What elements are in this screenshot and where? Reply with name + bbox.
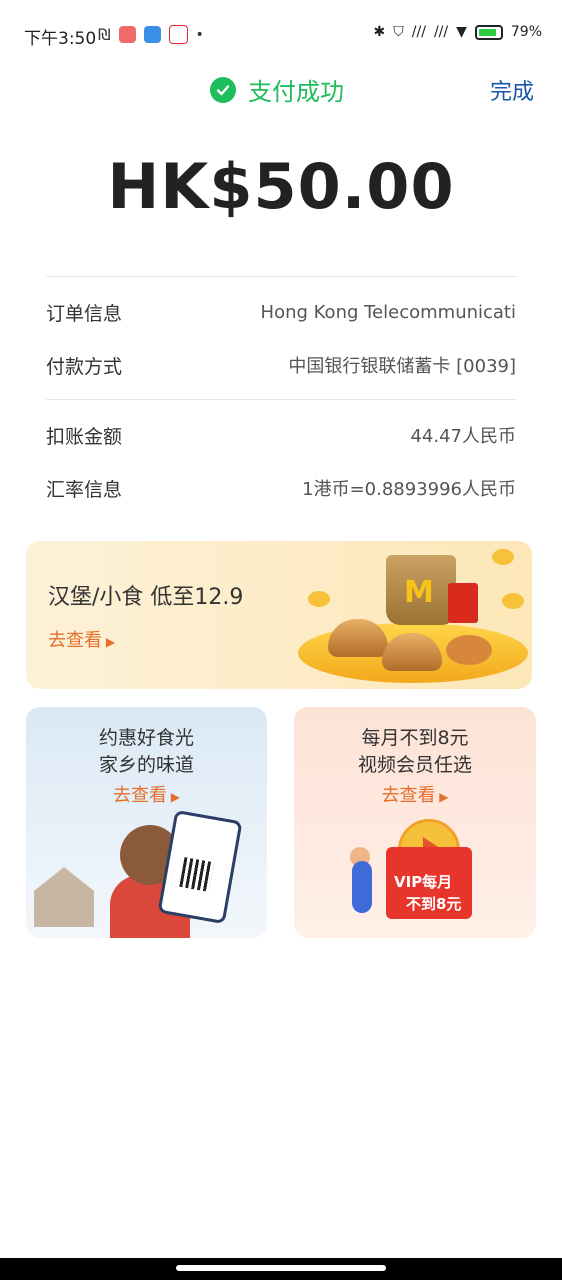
page-title: 支付成功 — [248, 78, 344, 106]
detail-value: 1港币=0.8893996人民币 — [302, 479, 516, 500]
coin-image — [308, 591, 330, 607]
promo-title-line2: 视频会员任选 — [357, 754, 472, 776]
vip-badge-line1: VIP每月 — [394, 873, 453, 891]
divider-middle — [46, 399, 516, 400]
runner-image — [352, 861, 372, 913]
detail-label: 订单信息 — [46, 302, 123, 325]
done-button[interactable]: 完成 — [490, 74, 534, 106]
detail-label: 扣账金额 — [46, 425, 123, 448]
signal-2-icon: /// — [433, 24, 449, 40]
promo-cta[interactable]: 去查看 ▶ — [26, 781, 267, 807]
success-indicator: 支付成功 — [210, 72, 344, 107]
arrow-right-icon: ▶ — [102, 635, 116, 649]
signal-icon: /// — [411, 24, 426, 40]
battery-percent: 79% — [510, 24, 542, 40]
promo-banner-burger[interactable]: 汉堡/小食 低至12.9 去查看 ▶ M — [26, 541, 532, 689]
detail-value: 中国银行银联储蓄卡 [0039] — [288, 356, 516, 377]
wallet-app-icon — [118, 26, 136, 43]
more-dot-icon: • — [195, 26, 204, 43]
promo-title-line1: 约惠好食光 — [98, 727, 194, 749]
vip-badge-line2: 不到8元 — [406, 895, 462, 913]
status-time: 下午3:50 — [24, 29, 97, 49]
status-right: ✱ ⛉ /// /// ▼ 79% — [374, 24, 542, 40]
phone-qr-image — [157, 809, 243, 925]
promo-title-line1: 每月不到8元 — [361, 727, 469, 749]
detail-row-order: 订单信息 Hong Kong Telecommunicati — [46, 297, 516, 327]
promo-card-vip[interactable]: 每月不到8元 视频会员任选 去查看 ▶ VIP每月 不到8元 — [294, 707, 536, 938]
payment-amount: HK$50.00 — [107, 150, 455, 223]
status-bar: 下午3:50 ₪ • ✱ ⛉ /// /// ▼ 79% — [0, 0, 562, 70]
alipay-app-icon — [143, 26, 161, 43]
detail-row-payment-method: 付款方式 中国银行银联储蓄卡 [0039] — [46, 350, 516, 380]
app-notification-icon — [168, 25, 188, 44]
battery-icon — [474, 24, 503, 40]
promo-title-line2: 家乡的味道 — [98, 754, 194, 776]
chicken-image — [446, 635, 492, 665]
arrow-right-icon: ▶ — [435, 790, 449, 804]
notification-icons: ₪ • — [98, 25, 204, 44]
header: 支付成功 完成 — [0, 68, 562, 108]
vip-envelope-image: VIP每月 不到8元 — [386, 847, 472, 919]
detail-row-debit-amount: 扣账金额 44.47人民币 — [46, 420, 516, 450]
coin-image — [492, 549, 514, 565]
detail-value: Hong Kong Telecommunicati — [260, 301, 516, 323]
wifi-icon: ▼ — [456, 24, 467, 40]
detail-label: 付款方式 — [46, 355, 123, 378]
divider-top — [46, 276, 516, 277]
promo-cta[interactable]: 去查看 ▶ — [294, 781, 536, 807]
detail-row-exchange-rate: 汇率信息 1港币=0.8893996人民币 — [46, 473, 516, 503]
check-circle-icon — [210, 76, 236, 103]
promo-card-hometown-food[interactable]: 约惠好食光 家乡的味道 去查看 ▶ — [26, 707, 267, 938]
promo-title: 汉堡/小食 低至12.9 — [48, 585, 244, 610]
mcdonalds-bucket-image: M — [386, 555, 456, 625]
bluetooth-icon: ✱ — [373, 24, 386, 40]
detail-label: 汇率信息 — [46, 478, 123, 501]
home-gesture-bar[interactable] — [176, 1265, 386, 1271]
fries-image — [448, 583, 478, 623]
house-image — [34, 867, 94, 927]
vpn-shield-icon: ⛉ — [393, 24, 404, 40]
coin-image — [502, 593, 524, 609]
detail-value: 44.47人民币 — [410, 426, 516, 447]
arrow-right-icon: ▶ — [166, 790, 181, 804]
promo-cta[interactable]: 去查看 ▶ — [48, 626, 115, 652]
nfc-icon: ₪ — [98, 25, 111, 44]
